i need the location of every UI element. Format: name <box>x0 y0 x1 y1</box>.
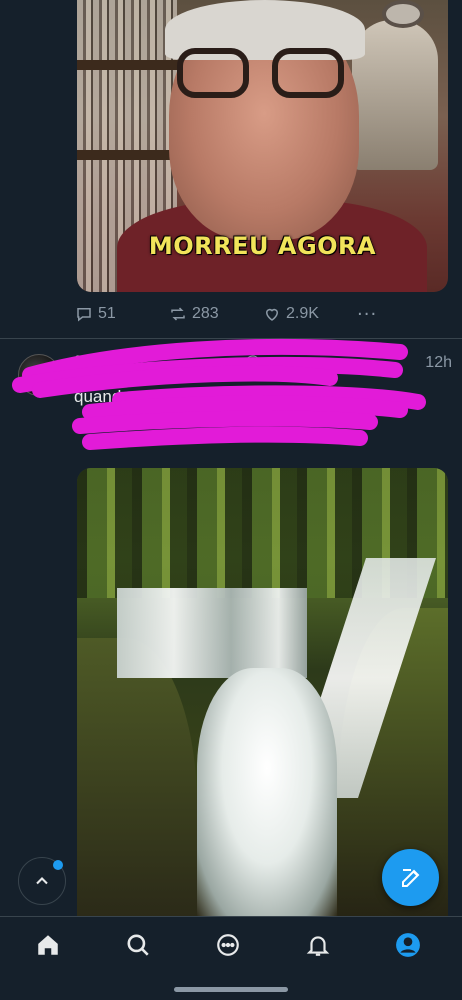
repost-button[interactable]: 283 <box>169 305 263 323</box>
gesture-bar <box>174 987 288 992</box>
post-time: 12h <box>425 354 452 371</box>
clock-decoration <box>382 0 424 28</box>
nav-messages[interactable] <box>208 929 248 961</box>
post-text[interactable]: quando a seleção brasileira fu... jogo e… <box>74 386 449 408</box>
author-handle: @...ss... <box>244 354 303 371</box>
glasses <box>177 48 249 98</box>
waterfall-top <box>117 588 307 678</box>
nav-profile[interactable] <box>388 929 428 961</box>
home-icon <box>38 935 58 955</box>
messages-icon <box>217 934 239 956</box>
post-header: fjotta @...ss... 12h <box>74 354 452 372</box>
reply-button[interactable]: 51 <box>75 305 169 323</box>
nav-home[interactable] <box>28 929 68 961</box>
nav-notifications[interactable] <box>298 929 338 961</box>
repost-icon <box>171 307 185 321</box>
glasses <box>272 48 344 98</box>
like-count: 2.9K <box>286 305 319 322</box>
search-icon <box>127 934 149 956</box>
like-button[interactable]: 2.9K <box>263 305 357 323</box>
compose-button[interactable] <box>382 849 439 906</box>
mossy-rock <box>77 638 197 916</box>
heart-icon <box>265 308 279 321</box>
reply-count: 51 <box>98 305 116 322</box>
notifications-icon <box>306 936 330 956</box>
more-options-button[interactable]: ··· <box>357 304 377 325</box>
author-name[interactable]: fjotta <box>74 354 244 372</box>
nav-search[interactable] <box>118 929 158 961</box>
avatar[interactable] <box>18 354 60 396</box>
new-posts-indicator <box>53 860 63 870</box>
post-actions: 51 283 2.9K ··· <box>75 300 377 328</box>
waterfall-main <box>197 668 337 916</box>
profile-icon <box>396 933 420 957</box>
media-caption: MORREU AGORA <box>148 232 377 260</box>
post-media-image[interactable] <box>77 468 448 916</box>
reply-icon <box>77 308 91 322</box>
post-divider <box>0 338 462 339</box>
bottom-navigation <box>0 916 462 1000</box>
compose-icon <box>401 868 419 887</box>
post-media-image[interactable]: MORREU AGORA <box>77 0 448 292</box>
chevron-up-icon <box>36 877 48 885</box>
repost-count: 283 <box>192 305 219 322</box>
timeline-feed[interactable]: MORREU AGORA 51 283 2.9K ··· fjotta @...… <box>0 0 462 916</box>
